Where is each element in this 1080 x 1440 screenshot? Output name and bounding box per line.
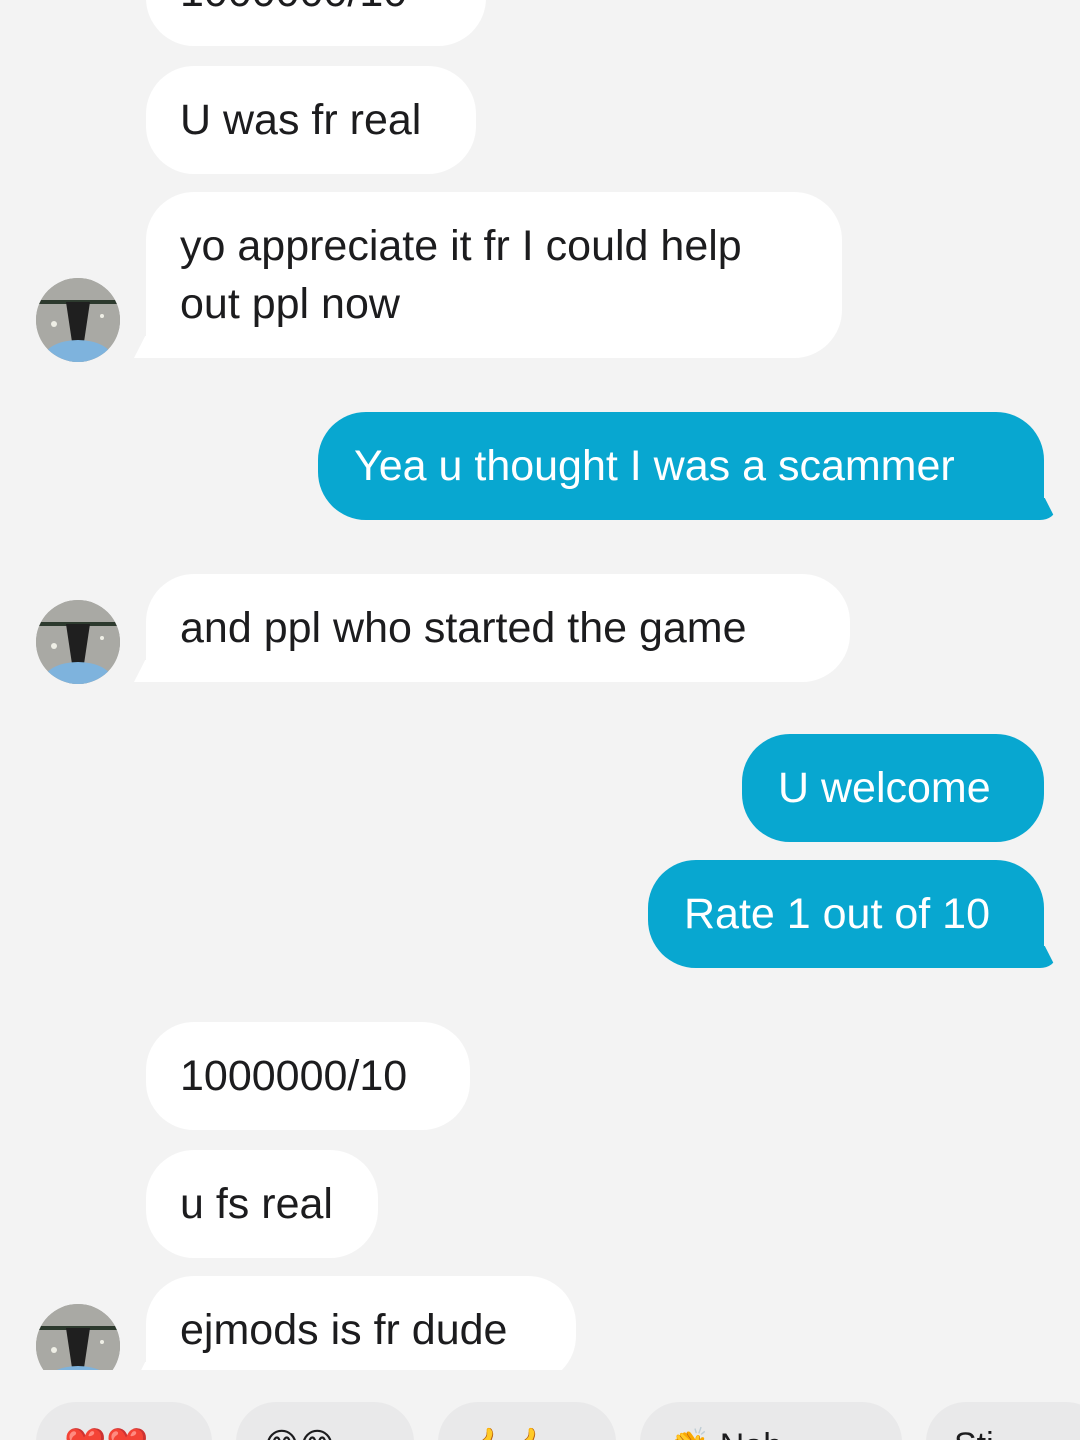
- hearts-emoji: ❤️❤️: [64, 1427, 149, 1440]
- message-bubble-outgoing[interactable]: Rate 1 out of 10: [648, 860, 1044, 968]
- message-text: Yea u thought I was a scammer: [354, 442, 955, 490]
- avatar-photo-icon: [36, 278, 120, 362]
- message-bubble-outgoing[interactable]: U welcome: [742, 734, 1044, 842]
- message-bubble-incoming[interactable]: U was fr real: [146, 66, 476, 174]
- thumbs-up-emoji: 👍👍: [466, 1427, 551, 1440]
- contact-avatar[interactable]: [36, 278, 120, 362]
- contact-avatar[interactable]: [36, 600, 120, 684]
- message-bubble-incoming[interactable]: 1000000/10: [146, 1022, 470, 1130]
- message-text: Rate 1 out of 10: [684, 890, 990, 938]
- avatar-photo-icon: [36, 1304, 120, 1370]
- smile-emoji: 😊😊: [264, 1427, 335, 1440]
- quick-reply-chip[interactable]: ❤️❤️: [36, 1402, 212, 1440]
- clap-emoji: 👏 Nah: [668, 1427, 782, 1440]
- message-text: and ppl who started the game: [180, 604, 747, 652]
- contact-avatar[interactable]: [36, 1304, 120, 1370]
- message-text: u fs real: [180, 1180, 333, 1228]
- quick-reply-chip[interactable]: 👍👍: [438, 1402, 616, 1440]
- quick-reply-chip[interactable]: Sti: [926, 1402, 1080, 1440]
- quick-reply-chip[interactable]: 😊😊: [236, 1402, 414, 1440]
- message-bubble-incoming[interactable]: 1000000/10: [146, 0, 486, 46]
- message-text: 1000000/10: [180, 0, 407, 16]
- message-text: U welcome: [778, 764, 991, 812]
- message-bubble-incoming[interactable]: ejmods is fr dude: [146, 1276, 576, 1370]
- message-bubble-outgoing[interactable]: Yea u thought I was a scammer: [318, 412, 1044, 520]
- message-bubble-incoming[interactable]: yo appreciate it fr I could help out ppl…: [146, 192, 842, 358]
- message-bubble-incoming[interactable]: and ppl who started the game: [146, 574, 850, 682]
- message-text: 1000000/10: [180, 1052, 408, 1100]
- message-bubble-incoming[interactable]: u fs real: [146, 1150, 378, 1258]
- message-thread[interactable]: 1000000/10 U was fr real yo appreciate i…: [0, 0, 1080, 1370]
- avatar-photo-icon: [36, 600, 120, 684]
- message-text: yo appreciate it fr I could help out ppl…: [180, 222, 742, 328]
- quick-reply-bar: ❤️❤️ 😊😊 👍👍 👏 Nah Sti: [0, 1402, 1080, 1440]
- message-text: U was fr real: [180, 96, 422, 144]
- message-text: ejmods is fr dude: [180, 1306, 508, 1354]
- quick-reply-chip[interactable]: 👏 Nah: [640, 1402, 902, 1440]
- sticker-icon: Sti: [954, 1426, 994, 1440]
